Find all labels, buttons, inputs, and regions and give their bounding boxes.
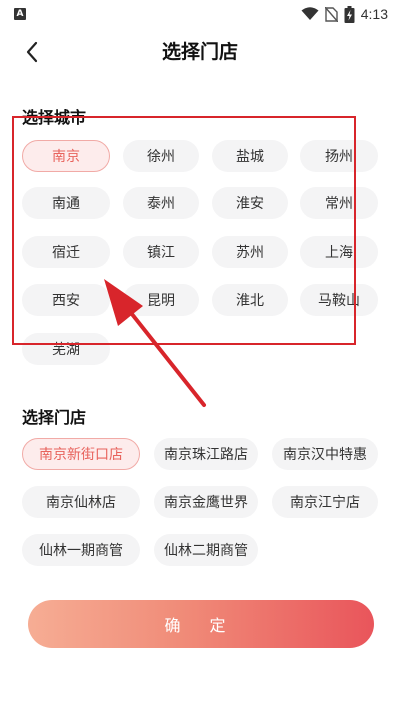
city-chip[interactable]: 昆明 bbox=[123, 284, 199, 316]
store-chip[interactable]: 仙林二期商管 bbox=[154, 534, 258, 566]
confirm-button[interactable]: 确 定 bbox=[28, 600, 374, 648]
nav-bar: 选择门店 bbox=[0, 30, 400, 74]
wifi-icon bbox=[301, 7, 319, 20]
city-chip[interactable]: 西安 bbox=[22, 284, 110, 316]
status-bar: A 4:13 bbox=[0, 0, 400, 28]
city-chip[interactable]: 扬州 bbox=[300, 140, 378, 172]
store-section-title: 选择门店 bbox=[22, 408, 87, 427]
city-chip[interactable]: 常州 bbox=[300, 187, 378, 219]
notification-a-icon: A bbox=[14, 8, 26, 20]
battery-charging-icon bbox=[344, 5, 355, 23]
city-chip[interactable]: 淮安 bbox=[212, 187, 288, 219]
store-chip[interactable]: 南京江宁店 bbox=[272, 486, 378, 518]
page-title: 选择门店 bbox=[161, 41, 238, 63]
no-sim-icon bbox=[324, 6, 338, 22]
store-chip[interactable]: 仙林一期商管 bbox=[22, 534, 140, 566]
store-chip[interactable]: 南京金鹰世界 bbox=[154, 486, 258, 518]
status-icons: 4:13 bbox=[301, 5, 388, 23]
city-chip[interactable]: 淮北 bbox=[212, 284, 288, 316]
city-chip[interactable]: 上海 bbox=[300, 236, 378, 268]
city-chip[interactable]: 苏州 bbox=[212, 236, 288, 268]
city-chip[interactable]: 南京 bbox=[22, 140, 110, 172]
city-chip[interactable]: 南通 bbox=[22, 187, 110, 219]
city-section-title: 选择城市 bbox=[22, 108, 87, 127]
city-chip[interactable]: 徐州 bbox=[123, 140, 199, 172]
city-chip[interactable]: 芜湖 bbox=[22, 333, 110, 365]
city-chip[interactable]: 泰州 bbox=[123, 187, 199, 219]
store-chip[interactable]: 南京汉中特惠 bbox=[272, 438, 378, 470]
store-chip[interactable]: 南京仙林店 bbox=[22, 486, 140, 518]
store-chip[interactable]: 南京珠江路店 bbox=[154, 438, 258, 470]
store-chip[interactable]: 南京新街口店 bbox=[22, 438, 140, 470]
city-chip[interactable]: 宿迁 bbox=[22, 236, 110, 268]
city-chip[interactable]: 盐城 bbox=[212, 140, 288, 172]
city-chip[interactable]: 马鞍山 bbox=[300, 284, 378, 316]
status-time: 4:13 bbox=[360, 6, 388, 22]
city-chip[interactable]: 镇江 bbox=[123, 236, 199, 268]
